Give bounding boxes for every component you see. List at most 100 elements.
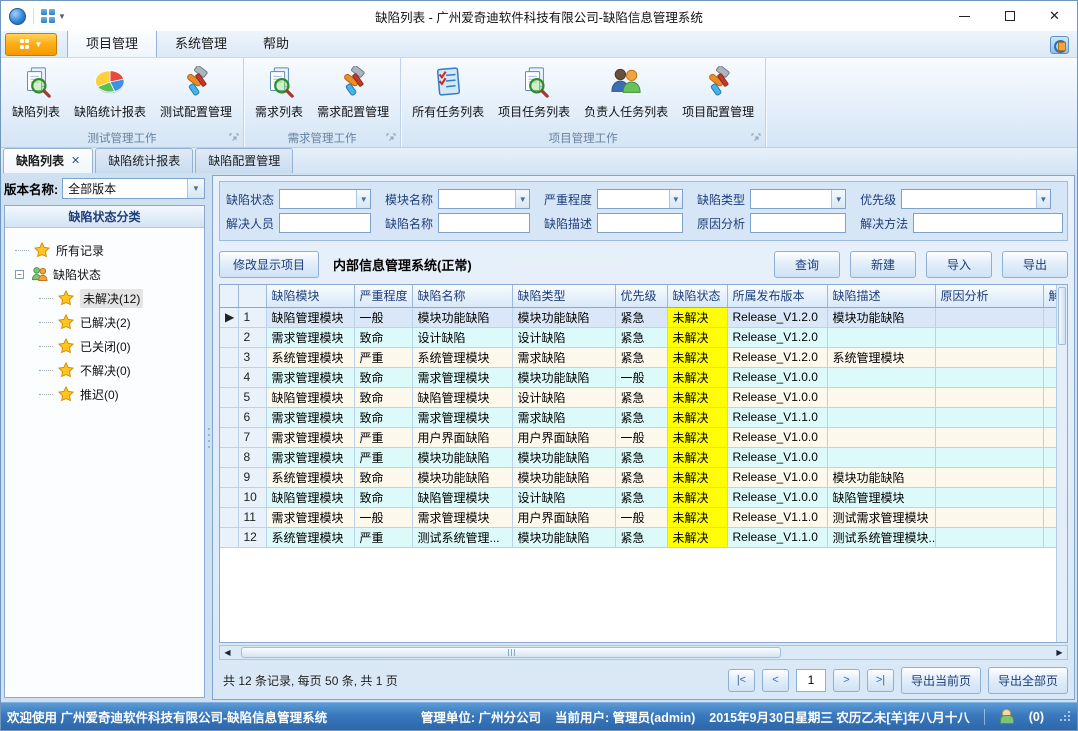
application-menu-button[interactable]: ▼	[5, 33, 57, 56]
ribbon-tab-help[interactable]: 帮助	[245, 29, 307, 57]
table-cell[interactable]: 测试系统管理...	[412, 527, 512, 547]
table-cell[interactable]: 需求管理模块	[266, 507, 354, 527]
table-cell[interactable]: 需求管理模块	[266, 447, 354, 467]
ribbon-button-defect-list[interactable]: 缺陷列表	[5, 61, 67, 128]
table-cell[interactable]: 系统管理模块	[827, 347, 935, 367]
table-cell[interactable]	[1043, 427, 1056, 447]
column-header[interactable]: 解决方法	[1043, 285, 1056, 307]
table-cell[interactable]	[827, 427, 935, 447]
table-cell[interactable]: 致命	[354, 367, 412, 387]
table-cell[interactable]: 紧急	[615, 327, 667, 347]
tree-item-defect-status[interactable]: − 缺陷状态	[15, 262, 200, 286]
table-cell[interactable]: 缺陷管理模块	[827, 487, 935, 507]
table-cell[interactable]	[935, 347, 1043, 367]
chevron-down-icon[interactable]: ▼	[356, 190, 370, 208]
user-status-icon[interactable]	[999, 709, 1015, 724]
table-cell[interactable]: 紧急	[615, 467, 667, 487]
table-cell[interactable]: Release_V1.1.0	[727, 507, 827, 527]
table-cell[interactable]: 模块功能缺陷	[412, 307, 512, 327]
table-cell[interactable]: 一般	[615, 367, 667, 387]
column-header[interactable]: 严重程度	[354, 285, 412, 307]
filter-defect-status-dropdown[interactable]: ▼	[279, 189, 371, 209]
chevron-down-icon[interactable]: ▼	[831, 190, 845, 208]
table-cell[interactable]: 测试需求管理模块	[827, 507, 935, 527]
table-cell[interactable]: 需求管理模块	[412, 367, 512, 387]
export-current-page-button[interactable]: 导出当前页	[901, 667, 981, 694]
tree-item-closed[interactable]: 已关闭(0)	[39, 334, 200, 358]
table-cell[interactable]	[935, 367, 1043, 387]
tree-item-all-records[interactable]: 所有记录	[15, 238, 200, 262]
scrollbar-thumb[interactable]	[241, 647, 781, 658]
table-cell[interactable]: 设计缺陷	[512, 327, 615, 347]
ribbon-button-test-config[interactable]: 测试配置管理	[153, 61, 239, 128]
table-row[interactable]: 12系统管理模块严重测试系统管理...模块功能缺陷紧急未解决Release_V1…	[220, 527, 1056, 547]
filter-input[interactable]	[751, 214, 845, 232]
table-row[interactable]: 6需求管理模块致命需求管理模块需求缺陷紧急未解决Release_V1.1.0	[220, 407, 1056, 427]
ribbon-button-project-tasks[interactable]: 项目任务列表	[491, 61, 577, 128]
close-tab-icon[interactable]: ✕	[71, 154, 80, 167]
filter-input[interactable]	[751, 190, 831, 208]
table-cell[interactable]: 用户界面缺陷	[512, 427, 615, 447]
table-cell[interactable]: Release_V1.2.0	[727, 307, 827, 327]
column-header[interactable]: 缺陷名称	[412, 285, 512, 307]
table-cell[interactable]	[1043, 367, 1056, 387]
table-cell[interactable]	[935, 447, 1043, 467]
tree-item-resolved[interactable]: 已解决(2)	[39, 310, 200, 334]
table-cell[interactable]: Release_V1.0.0	[727, 447, 827, 467]
prev-page-button[interactable]: <	[762, 669, 789, 692]
table-cell[interactable]: 测试系统管理模块...	[827, 527, 935, 547]
table-cell[interactable]: 紧急	[615, 387, 667, 407]
import-button[interactable]: 导入	[926, 251, 992, 278]
table-cell[interactable]	[935, 307, 1043, 327]
filter-input[interactable]	[280, 214, 370, 232]
table-row[interactable]: 8需求管理模块严重模块功能缺陷模块功能缺陷紧急未解决Release_V1.0.0	[220, 447, 1056, 467]
search-button[interactable]: 查询	[774, 251, 840, 278]
ribbon-tab-project[interactable]: 项目管理	[67, 28, 157, 57]
table-cell[interactable]	[827, 447, 935, 467]
column-header[interactable]: 缺陷模块	[266, 285, 354, 307]
filter-input[interactable]	[914, 214, 1062, 232]
table-cell[interactable]	[1043, 347, 1056, 367]
table-cell[interactable]: 需求管理模块	[266, 327, 354, 347]
table-cell[interactable]: Release_V1.0.0	[727, 367, 827, 387]
table-cell[interactable]: 紧急	[615, 447, 667, 467]
resize-grip[interactable]	[1060, 711, 1071, 722]
scrollbar-thumb[interactable]	[1058, 287, 1066, 345]
table-cell[interactable]: 需求管理模块	[266, 367, 354, 387]
vertical-scrollbar[interactable]	[1056, 285, 1067, 642]
horizontal-scrollbar[interactable]: ◀ ▶	[219, 645, 1068, 660]
table-cell[interactable]: 模块功能缺陷	[512, 447, 615, 467]
filter-defect-desc-field[interactable]	[597, 213, 683, 233]
table-cell[interactable]: 严重	[354, 427, 412, 447]
table-cell[interactable]: 缺陷管理模块	[412, 487, 512, 507]
filter-input[interactable]	[598, 214, 682, 232]
table-cell[interactable]: 紧急	[615, 307, 667, 327]
table-cell[interactable]	[827, 367, 935, 387]
filter-priority-dropdown[interactable]: ▼	[901, 189, 1051, 209]
tree-item-wontfix[interactable]: 不解决(0)	[39, 358, 200, 382]
table-cell[interactable]: 紧急	[615, 347, 667, 367]
close-button[interactable]: ✕	[1032, 1, 1077, 31]
dialog-launcher-icon[interactable]	[229, 133, 239, 143]
export-all-pages-button[interactable]: 导出全部页	[988, 667, 1068, 694]
table-cell[interactable]: 用户界面缺陷	[512, 507, 615, 527]
table-cell[interactable]	[935, 507, 1043, 527]
table-cell[interactable]: 致命	[354, 327, 412, 347]
help-icon[interactable]	[1050, 36, 1069, 54]
table-cell[interactable]: 致命	[354, 487, 412, 507]
table-cell[interactable]: 缺陷管理模块	[266, 307, 354, 327]
modify-columns-button[interactable]: 修改显示项目	[219, 251, 319, 278]
table-cell[interactable]: 设计缺陷	[512, 487, 615, 507]
filter-resolver-field[interactable]	[279, 213, 371, 233]
table-cell[interactable]: 需求管理模块	[266, 407, 354, 427]
table-row[interactable]: ▶1缺陷管理模块一般模块功能缺陷模块功能缺陷紧急未解决Release_V1.2.…	[220, 307, 1056, 327]
table-cell[interactable]: 模块功能缺陷	[412, 467, 512, 487]
table-cell[interactable]	[1043, 467, 1056, 487]
doc-tab-defect-list[interactable]: 缺陷列表✕	[3, 148, 93, 173]
table-cell[interactable]: 需求管理模块	[266, 427, 354, 447]
table-row[interactable]: 10缺陷管理模块致命缺陷管理模块设计缺陷紧急未解决Release_V1.0.0缺…	[220, 487, 1056, 507]
table-cell[interactable]	[1043, 327, 1056, 347]
table-cell[interactable]: 模块功能缺陷	[512, 467, 615, 487]
table-cell[interactable]: 严重	[354, 527, 412, 547]
table-cell[interactable]: 未解决	[667, 347, 727, 367]
